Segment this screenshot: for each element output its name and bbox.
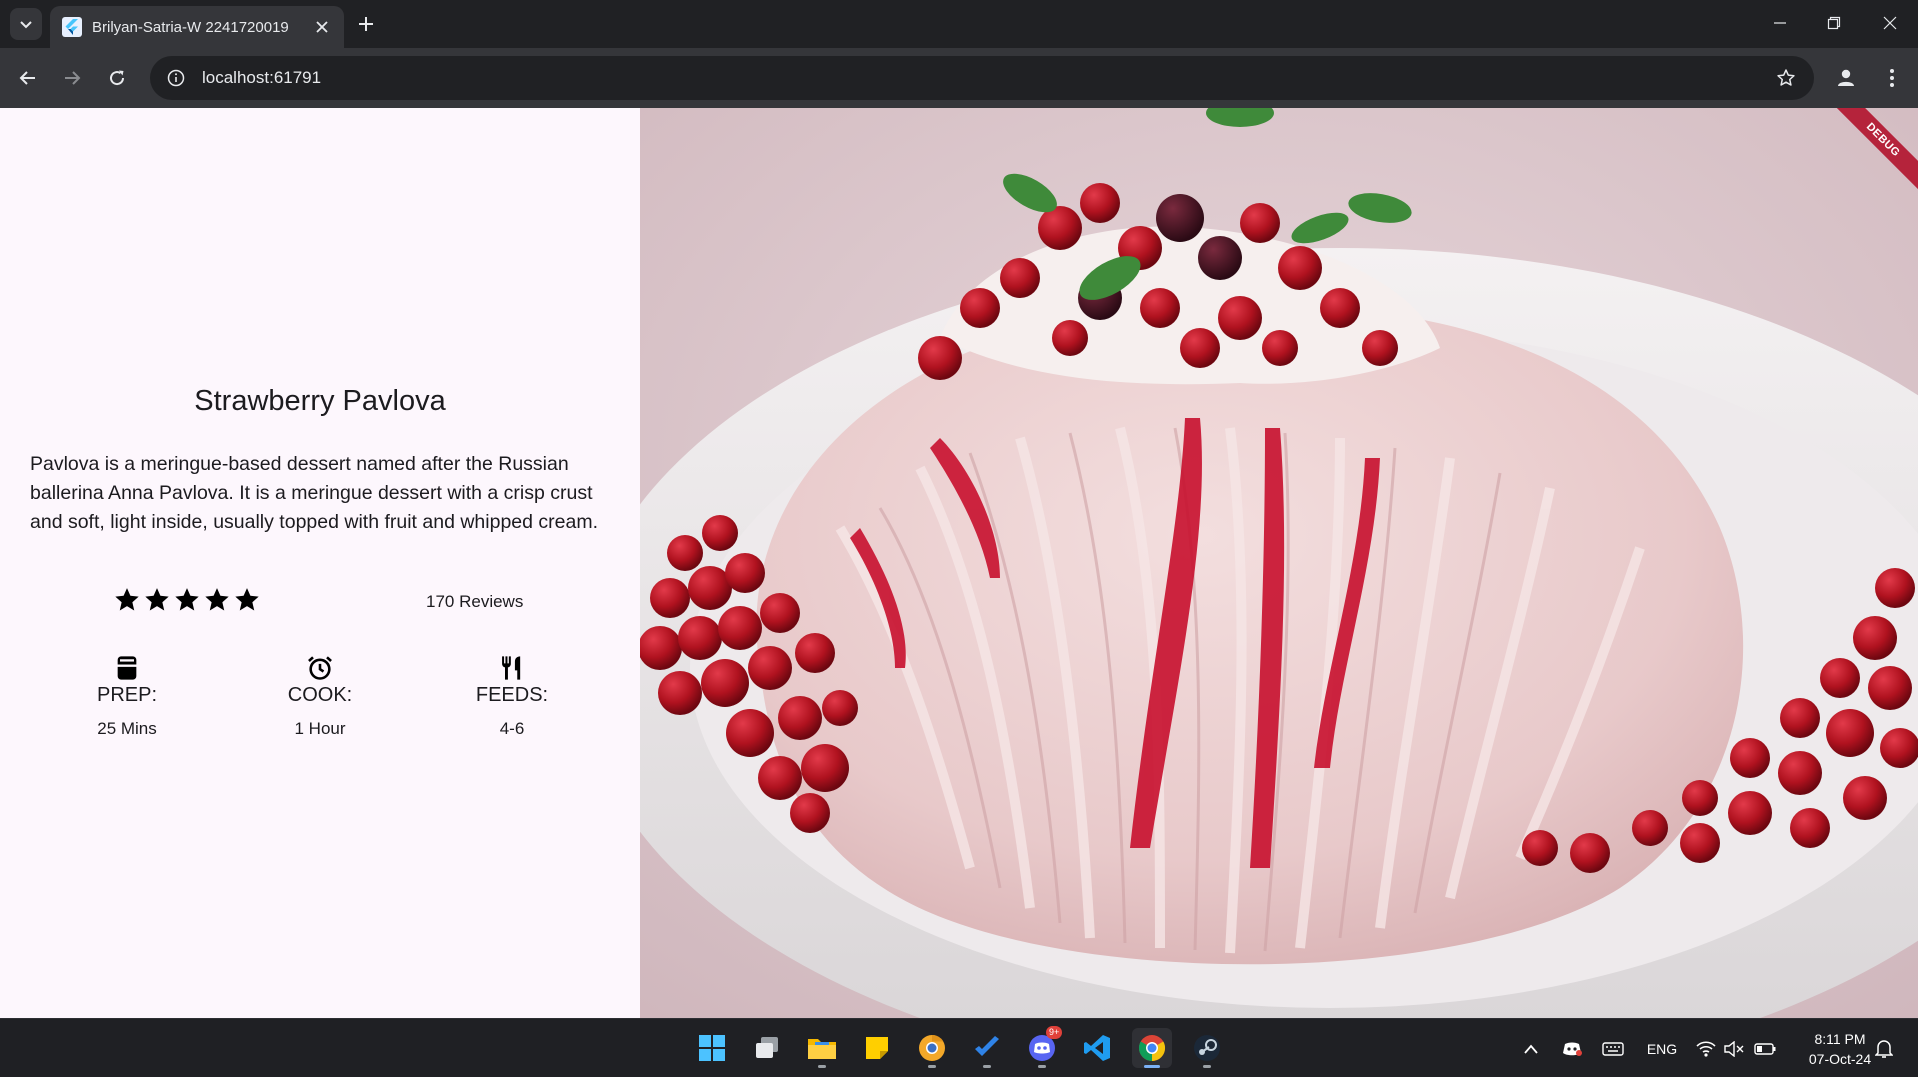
windows-taskbar: 9+ ENG 8:11 PM 07-Oct-24	[0, 1018, 1918, 1077]
notifications-button[interactable]	[1872, 1037, 1896, 1061]
running-indicator	[983, 1065, 991, 1068]
pavlova-photo	[640, 108, 1918, 1018]
recipe-title: Strawberry Pavlova	[194, 385, 446, 417]
arrow-right-icon	[65, 71, 81, 85]
feeds-info: FEEDS: 4-6	[432, 654, 592, 739]
task-view-icon	[756, 1037, 778, 1058]
minimize-icon	[1774, 22, 1786, 24]
keyboard-icon[interactable]	[1600, 1037, 1626, 1061]
reload-button[interactable]	[101, 62, 133, 94]
tab-close-icon[interactable]	[312, 17, 332, 37]
steam-button[interactable]	[1187, 1028, 1227, 1068]
steam-icon	[1194, 1035, 1220, 1061]
cook-value: 1 Hour	[294, 719, 346, 738]
chrome-canary-button[interactable]	[912, 1028, 952, 1068]
new-tab-button[interactable]	[352, 10, 380, 38]
restaurant-icon	[502, 656, 521, 680]
timer-icon	[308, 656, 332, 680]
recipe-info-panel: Strawberry Pavlova Pavlova is a meringue…	[0, 108, 640, 1018]
star-icon	[175, 588, 199, 611]
reload-icon	[110, 70, 125, 86]
task-view-button[interactable]	[747, 1028, 787, 1068]
windows-logo-icon	[699, 1035, 725, 1061]
more-vert-icon	[1890, 69, 1894, 87]
browser-tabstrip: Brilyan-Satria-W 2241720019	[0, 0, 1918, 48]
wifi-icon[interactable]	[1694, 1037, 1718, 1061]
star-icon	[115, 588, 139, 611]
windows-start-button[interactable]	[692, 1028, 732, 1068]
star-icon	[145, 588, 169, 611]
recipe-image: DEBUG	[640, 108, 1918, 1018]
minimize-button[interactable]	[1752, 0, 1808, 46]
folder-icon	[808, 1039, 836, 1059]
bell-icon	[1875, 1040, 1893, 1058]
vscode-icon	[1084, 1035, 1110, 1061]
chrome-icon	[1138, 1035, 1166, 1062]
volume-muted-icon[interactable]	[1722, 1037, 1746, 1061]
language-text: ENG	[1646, 1041, 1678, 1057]
bookmark-star-icon[interactable]	[1774, 66, 1798, 90]
recipe-description: Pavlova is a meringue-based dessert name…	[30, 453, 598, 533]
tab-title: Brilyan-Satria-W 2241720019	[92, 18, 289, 36]
restore-icon	[1827, 16, 1841, 30]
vscode-button[interactable]	[1077, 1028, 1117, 1068]
back-button[interactable]	[12, 62, 44, 94]
cook-info: COOK: 1 Hour	[240, 654, 400, 739]
running-indicator	[928, 1065, 936, 1068]
profile-button[interactable]	[1830, 62, 1862, 94]
cook-label: COOK:	[287, 684, 353, 706]
flutter-favicon-icon	[62, 17, 82, 37]
sticky-notes-icon	[866, 1037, 888, 1059]
close-icon	[1883, 16, 1897, 30]
running-indicator	[818, 1065, 826, 1068]
discord-tray-icon[interactable]	[1560, 1037, 1584, 1061]
discord-button[interactable]: 9+	[1022, 1026, 1063, 1068]
prep-info: PREP: 25 Mins	[47, 654, 207, 739]
close-window-button[interactable]	[1862, 0, 1918, 46]
language-indicator[interactable]: ENG	[1642, 1037, 1682, 1061]
kitchen-icon	[117, 656, 137, 680]
arrow-left-icon	[19, 71, 35, 85]
tab-search-button[interactable]	[10, 8, 42, 40]
notification-badge: 9+	[1046, 1026, 1063, 1039]
active-indicator	[1144, 1065, 1160, 1068]
star-icon	[235, 588, 259, 611]
browser-menu-button[interactable]	[1876, 62, 1908, 94]
plus-icon	[359, 17, 373, 31]
star-icon	[205, 588, 229, 611]
forward-button[interactable]	[56, 62, 88, 94]
checkmark-icon	[975, 1036, 999, 1056]
chevron-up-icon	[1524, 1044, 1538, 1054]
address-bar[interactable]: localhost:61791	[150, 56, 1814, 100]
show-hidden-icons-button[interactable]	[1520, 1037, 1542, 1061]
page-viewport: Strawberry Pavlova Pavlova is a meringue…	[0, 108, 1918, 1018]
prep-label: PREP:	[96, 684, 158, 706]
browser-toolbar: localhost:61791	[0, 48, 1918, 108]
file-explorer-button[interactable]	[802, 1028, 842, 1068]
running-indicator	[1038, 1065, 1046, 1068]
chrome-canary-icon	[919, 1034, 945, 1061]
browser-tab[interactable]: Brilyan-Satria-W 2241720019	[50, 6, 344, 48]
chevron-down-icon	[20, 21, 32, 29]
restore-button[interactable]	[1806, 0, 1862, 46]
rating-stars	[113, 586, 261, 614]
site-info-icon[interactable]	[164, 66, 188, 90]
sticky-notes-button[interactable]	[857, 1028, 897, 1068]
todo-button[interactable]	[967, 1028, 1007, 1068]
battery-icon[interactable]	[1752, 1037, 1778, 1061]
prep-value: 25 Mins	[97, 719, 157, 738]
chrome-button[interactable]	[1132, 1028, 1172, 1068]
running-indicator	[1203, 1065, 1211, 1068]
reviews-count: 170 Reviews	[426, 592, 524, 611]
account-icon	[1838, 69, 1854, 86]
feeds-label: FEEDS:	[475, 684, 549, 706]
url-text: localhost:61791	[202, 68, 322, 87]
feeds-value: 4-6	[499, 719, 525, 738]
